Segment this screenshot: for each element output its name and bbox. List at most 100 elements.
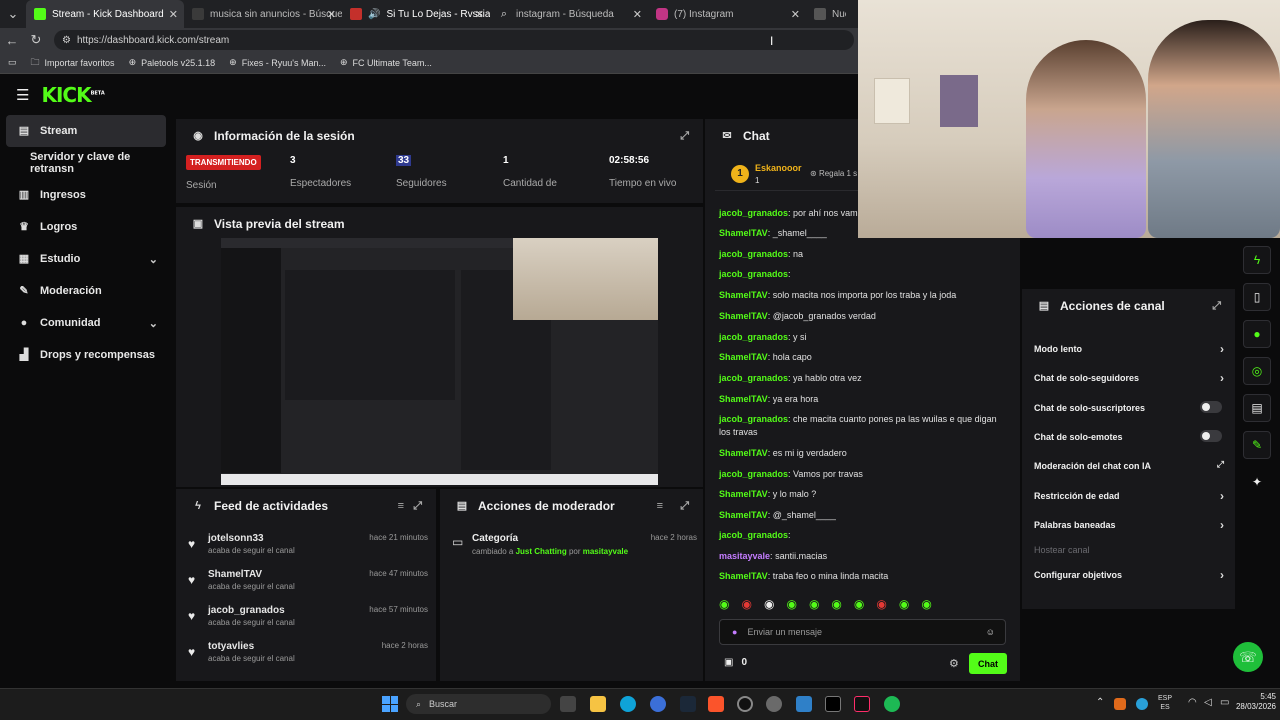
chat-bubble-icon[interactable]: ● xyxy=(1243,320,1271,348)
reload-icon[interactable]: ↻ xyxy=(24,32,48,48)
tab-busqueda-musica[interactable]: musica sin anuncios - Búsqueda ✕ xyxy=(184,0,342,28)
chat-username[interactable]: masitayvale xyxy=(719,551,770,561)
close-tab-icon[interactable]: ✕ xyxy=(791,8,800,21)
close-tab-icon[interactable]: ✕ xyxy=(475,8,484,21)
sidebar-item-comunidad[interactable]: ● Comunidad ⌄ xyxy=(0,307,172,339)
chat-username[interactable]: ShamelTAV xyxy=(719,489,768,499)
chevron-down-icon[interactable]: ⌄ xyxy=(149,253,158,266)
pinned-username[interactable]: Eskanooor xyxy=(755,163,802,173)
language-indicator[interactable]: ESP ES xyxy=(1158,694,1172,712)
emote-icon[interactable]: ◉ xyxy=(899,597,909,613)
emotes-only-toggle[interactable] xyxy=(1200,430,1222,442)
task-view-icon[interactable] xyxy=(560,696,576,712)
bookmark-fc-ultimate[interactable]: ⊕ FC Ultimate Team... xyxy=(340,57,432,68)
emote-icon[interactable]: ◉ xyxy=(719,597,729,613)
emote-icon[interactable]: ◉ xyxy=(921,597,931,613)
tray-app-icon[interactable] xyxy=(1114,698,1126,710)
chat-username[interactable]: jacob_granados xyxy=(719,530,788,540)
close-tab-icon[interactable]: ✕ xyxy=(327,8,336,21)
stream-preview-video[interactable] xyxy=(221,238,658,485)
kick-logo[interactable]: KICKBETA xyxy=(41,83,104,107)
tab-si-tu-lo-dejas[interactable]: 🔊 Si Tu Lo Dejas - Rvssian - Esc ✕ xyxy=(342,0,490,28)
feed-user[interactable]: jacob_granados xyxy=(208,605,285,616)
url-bar[interactable]: ⚙ https://dashboard.kick.com/stream xyxy=(54,30,854,50)
settings-icon[interactable] xyxy=(766,696,782,712)
mod-list-icon[interactable]: ▤ xyxy=(1243,394,1271,422)
chat-username[interactable]: ShamelTAV xyxy=(719,311,768,321)
chat-username[interactable]: ShamelTAV xyxy=(719,394,768,404)
microphone-icon[interactable]: ● xyxy=(732,627,737,637)
chevron-down-icon[interactable]: ⌄ xyxy=(149,317,158,330)
user-link[interactable]: masitayvale xyxy=(583,547,628,556)
chat-username[interactable]: jacob_granados xyxy=(719,269,788,279)
bolt-icon[interactable]: ϟ xyxy=(1243,246,1271,274)
chat-username[interactable]: jacob_granados xyxy=(719,469,788,479)
volume-icon[interactable]: ◁ xyxy=(1204,697,1212,708)
tab-list-icon[interactable]: ⌄ xyxy=(0,6,26,22)
tiktok-icon[interactable] xyxy=(854,696,870,712)
expand-icon[interactable]: ⤢ xyxy=(1212,300,1221,313)
back-icon[interactable]: ← xyxy=(0,33,24,48)
chat-username[interactable]: jacob_granados xyxy=(719,249,788,259)
sidebar-item-estudio[interactable]: ▦ Estudio ⌄ xyxy=(0,243,172,275)
chat-username[interactable]: ShamelTAV xyxy=(719,510,768,520)
expand-icon[interactable]: ⤢ xyxy=(680,500,689,513)
chat-username[interactable]: ShamelTAV xyxy=(719,290,768,300)
chat-username[interactable]: ShamelTAV xyxy=(719,228,768,238)
emote-icon[interactable]: ◉ xyxy=(809,597,819,613)
channel-points[interactable]: ▣ 0 xyxy=(724,657,747,668)
taskbar-search[interactable]: ⌕ Buscar xyxy=(406,694,551,714)
emote-icon[interactable]: ◉ xyxy=(854,597,864,613)
windows-start-icon[interactable] xyxy=(382,696,398,712)
brave-icon[interactable] xyxy=(708,696,724,712)
sidebar-item-logros[interactable]: ♛ Logros xyxy=(0,211,172,243)
terminal-icon[interactable] xyxy=(825,696,841,712)
tray-app-icon[interactable] xyxy=(1136,698,1148,710)
chat-username[interactable]: ShamelTAV xyxy=(719,448,768,458)
document-icon[interactable]: ▯ xyxy=(1243,283,1271,311)
action-slow-mode[interactable]: Modo lento › xyxy=(1034,342,1224,356)
feed-user[interactable]: jotelsonn33 xyxy=(208,533,264,544)
sidebar-item-servidor[interactable]: Servidor y clave de retransn xyxy=(0,147,172,179)
chat-username[interactable]: ShamelTAV xyxy=(719,571,768,581)
action-set-goals[interactable]: Configurar objetivos › xyxy=(1034,568,1224,582)
help-chat-icon[interactable]: ☏ xyxy=(1233,642,1263,672)
tab-new[interactable]: Nue xyxy=(806,0,846,28)
wifi-icon[interactable]: ◠ xyxy=(1188,697,1197,708)
feed-user[interactable]: totyavlies xyxy=(208,641,254,652)
emote-icon[interactable]: ◉ xyxy=(741,597,751,613)
broadcast-icon[interactable]: ◎ xyxy=(1243,357,1271,385)
tab-kick-dashboard[interactable]: Stream - Kick Dashboard ✕ xyxy=(26,0,184,28)
action-ai-moderation[interactable]: Moderación del chat con IA ⤢ xyxy=(1034,459,1224,471)
close-tab-icon[interactable]: ✕ xyxy=(169,8,178,21)
sidebar-toggle-icon[interactable]: ▭ xyxy=(8,57,17,68)
tray-chevron-icon[interactable]: ⌃ xyxy=(1096,697,1104,708)
sidebar-item-stream[interactable]: ▤ Stream xyxy=(6,115,166,147)
sidebar-item-moderacion[interactable]: ✎ Moderación xyxy=(0,275,172,307)
emote-icon[interactable]: ◉ xyxy=(876,597,886,613)
chat-input[interactable]: ● Enviar un mensaje ☺ xyxy=(719,619,1006,645)
expand-icon[interactable]: ⤢ xyxy=(680,130,689,143)
filter-icon[interactable]: ≡ xyxy=(398,500,404,512)
close-tab-icon[interactable]: ✕ xyxy=(633,8,642,21)
expand-icon[interactable]: ⤢ xyxy=(413,500,422,513)
emoji-icon[interactable]: ☺ xyxy=(986,627,995,637)
clock[interactable]: 5:45 28/03/2026 xyxy=(1228,692,1276,712)
chat-username[interactable]: jacob_granados xyxy=(719,414,788,424)
spotify-icon[interactable] xyxy=(884,696,900,712)
steam-icon[interactable] xyxy=(680,696,696,712)
hamburger-menu-icon[interactable]: ☰ xyxy=(16,86,29,104)
subscribers-only-toggle[interactable] xyxy=(1200,401,1222,413)
sidebar-item-drops[interactable]: ▟ Drops y recompensas xyxy=(0,339,172,371)
chat-settings-icon[interactable]: ⚙ xyxy=(949,657,959,670)
action-followers-only[interactable]: Chat de solo-seguidores › xyxy=(1034,371,1224,385)
file-explorer-icon[interactable] xyxy=(590,696,606,712)
bookmark-importar[interactable]: 🗀 Importar favoritos xyxy=(31,55,115,71)
emote-icon[interactable]: ◉ xyxy=(786,597,796,613)
feed-user[interactable]: ShamelTAV xyxy=(208,569,262,580)
tab-instagram-busqueda[interactable]: ⌕ instagram - Búsqueda ✕ xyxy=(490,0,648,28)
chat-username[interactable]: jacob_granados xyxy=(719,373,788,383)
emote-icon[interactable]: ◉ xyxy=(831,597,841,613)
action-banned-words[interactable]: Palabras baneadas › xyxy=(1034,518,1224,532)
wrench-icon[interactable]: ✎ xyxy=(1243,431,1271,459)
